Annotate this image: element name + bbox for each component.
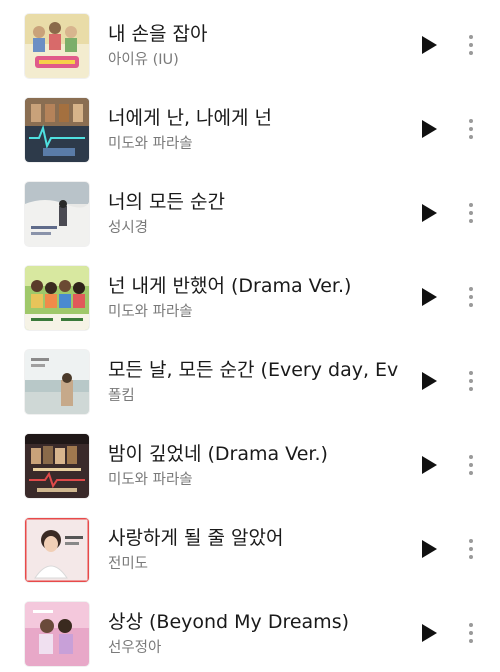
album-art[interactable]: [25, 350, 89, 414]
more-options-icon[interactable]: [462, 366, 480, 396]
more-options-icon[interactable]: [462, 450, 480, 480]
play-icon[interactable]: [418, 453, 440, 477]
track-row[interactable]: 넌 내게 반했어 (Drama Ver.) 미도와 파라솔: [0, 252, 500, 336]
album-art[interactable]: [25, 518, 89, 582]
album-art[interactable]: [25, 182, 89, 246]
track-artist: 전미도: [108, 556, 149, 572]
more-options-icon[interactable]: [462, 198, 480, 228]
album-art[interactable]: [25, 434, 89, 498]
more-options-icon[interactable]: [462, 282, 480, 312]
track-artist: 미도와 파라솔: [108, 304, 193, 320]
track-artist: 선우정아: [108, 640, 162, 656]
track-row[interactable]: 너에게 난, 나에게 넌 미도와 파라솔: [0, 84, 500, 168]
play-icon[interactable]: [418, 285, 440, 309]
play-icon[interactable]: [418, 117, 440, 141]
track-title: 너에게 난, 나에게 넌: [108, 107, 272, 129]
track-artist: 아이유 (IU): [108, 52, 179, 68]
album-art[interactable]: [25, 14, 89, 78]
more-options-icon[interactable]: [462, 618, 480, 648]
album-art[interactable]: [25, 98, 89, 162]
track-title: 상상 (Beyond My Dreams): [108, 611, 350, 633]
play-icon[interactable]: [418, 33, 440, 57]
track-row[interactable]: 밤이 깊었네 (Drama Ver.) 미도와 파라솔: [0, 420, 500, 504]
track-title: 모든 날, 모든 순간 (Every day, Ever..: [108, 359, 398, 381]
track-row[interactable]: 사랑하게 될 줄 알았어 전미도: [0, 504, 500, 588]
track-row[interactable]: 모든 날, 모든 순간 (Every day, Ever.. 폴킴: [0, 336, 500, 420]
play-icon[interactable]: [418, 369, 440, 393]
track-artist: 폴킴: [108, 388, 135, 404]
more-options-icon[interactable]: [462, 534, 480, 564]
track-title: 밤이 깊었네 (Drama Ver.): [108, 443, 328, 465]
more-options-icon[interactable]: [462, 114, 480, 144]
album-art[interactable]: [25, 266, 89, 330]
album-art[interactable]: [25, 602, 89, 666]
more-options-icon[interactable]: [462, 30, 480, 60]
track-artist: 미도와 파라솔: [108, 136, 193, 152]
track-title: 내 손을 잡아: [108, 23, 208, 45]
track-row[interactable]: 너의 모든 순간 성시경: [0, 168, 500, 252]
track-row[interactable]: 상상 (Beyond My Dreams) 선우정아: [0, 588, 500, 672]
play-icon[interactable]: [418, 201, 440, 225]
track-row[interactable]: 내 손을 잡아 아이유 (IU): [0, 0, 500, 84]
track-title: 사랑하게 될 줄 알았어: [108, 527, 284, 549]
track-artist: 성시경: [108, 220, 149, 236]
track-title: 너의 모든 순간: [108, 191, 225, 213]
track-title: 넌 내게 반했어 (Drama Ver.): [108, 275, 352, 297]
play-icon[interactable]: [418, 537, 440, 561]
play-icon[interactable]: [418, 621, 440, 645]
track-artist: 미도와 파라솔: [108, 472, 193, 488]
